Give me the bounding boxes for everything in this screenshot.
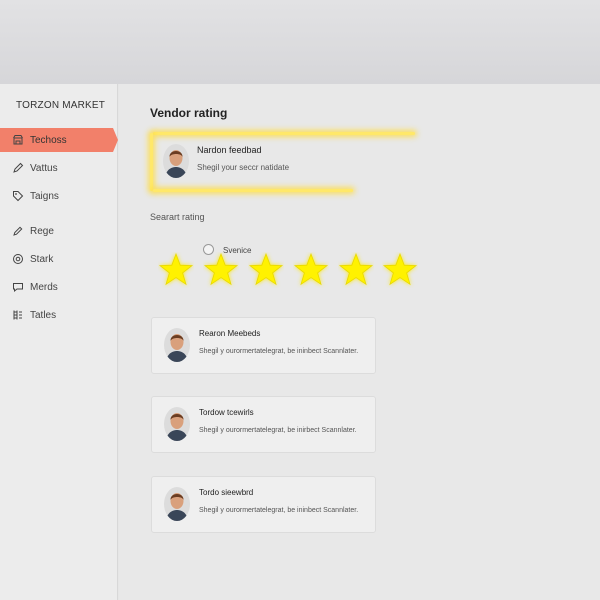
star-icon[interactable] (203, 252, 239, 288)
sidebar-item-label: Tatles (30, 309, 57, 321)
avatar (164, 328, 190, 362)
rating-section-label: Searart rating (150, 212, 205, 222)
avatar (163, 144, 189, 178)
page-title: Vendor rating (150, 106, 228, 120)
sidebar-item-label: Merds (30, 281, 58, 293)
store-icon (12, 134, 24, 146)
avatar (164, 407, 190, 441)
feedback-card[interactable]: Nardon feedbad Shegil your seccr natidat… (150, 131, 416, 193)
main-content: Vendor rating Nardon feedbad Shegil your… (119, 84, 600, 600)
sidebar-item-techoss[interactable]: Techoss (0, 128, 118, 152)
sidebar-item-rege[interactable]: Rege (0, 219, 118, 243)
pen-icon (12, 162, 24, 174)
feedback-text: Shegil your seccr natidate (197, 163, 290, 172)
review-card[interactable]: Rearon Meebeds Shegil y ourormertatelegr… (151, 317, 376, 374)
tag-icon (12, 190, 24, 202)
highlight-glow (153, 132, 415, 135)
brand-logo: TORZON MARKET (16, 100, 106, 111)
chat-icon (12, 281, 24, 293)
sidebar-item-label: Techoss (30, 134, 67, 146)
star-icon[interactable] (248, 252, 284, 288)
sidebar-item-taigns[interactable]: Taigns (0, 184, 118, 208)
edit-icon (12, 225, 24, 237)
review-author: Tordo sieewbrd (199, 488, 254, 497)
top-bar (0, 0, 600, 84)
review-card[interactable]: Tordo sieewbrd Shegil y ourormertatelegr… (151, 476, 376, 533)
review-card[interactable]: Tordow tcewirls Shegil y ourormertateleg… (151, 396, 376, 453)
avatar (164, 487, 190, 521)
review-text: Shegil y ourormertatelegrat, be inirbect… (199, 427, 357, 434)
sidebar-item-label: Stark (30, 253, 54, 265)
review-author: Tordow tcewirls (199, 408, 254, 417)
table-icon (12, 309, 24, 321)
review-author: Rearon Meebeds (199, 329, 261, 338)
feedback-title: Nardon feedbad (197, 145, 262, 155)
star-icon[interactable] (158, 252, 194, 288)
star-icon[interactable] (293, 252, 329, 288)
star-rating[interactable] (158, 252, 426, 288)
sidebar-item-vattus[interactable]: Vattus (0, 156, 118, 180)
highlight-glow (150, 133, 153, 191)
sidebar-item-stark[interactable]: Stark (0, 247, 118, 271)
star-icon[interactable] (382, 252, 418, 288)
target-icon (12, 253, 24, 265)
review-text: Shegil y ourormertatelegrat, be ininbect… (199, 507, 359, 514)
review-text: Shegil y ourormertatelegrat, be ininbect… (199, 348, 359, 355)
sidebar-item-label: Vattus (30, 162, 58, 174)
sidebar-item-label: Rege (30, 225, 54, 237)
highlight-glow (153, 189, 353, 192)
sidebar-item-merds[interactable]: Merds (0, 275, 118, 299)
star-icon[interactable] (338, 252, 374, 288)
sidebar-item-tatles[interactable]: Tatles (0, 303, 118, 327)
sidebar-item-label: Taigns (30, 190, 59, 202)
sidebar: TORZON MARKET Techoss Vattus Taigns Rege… (0, 84, 118, 600)
